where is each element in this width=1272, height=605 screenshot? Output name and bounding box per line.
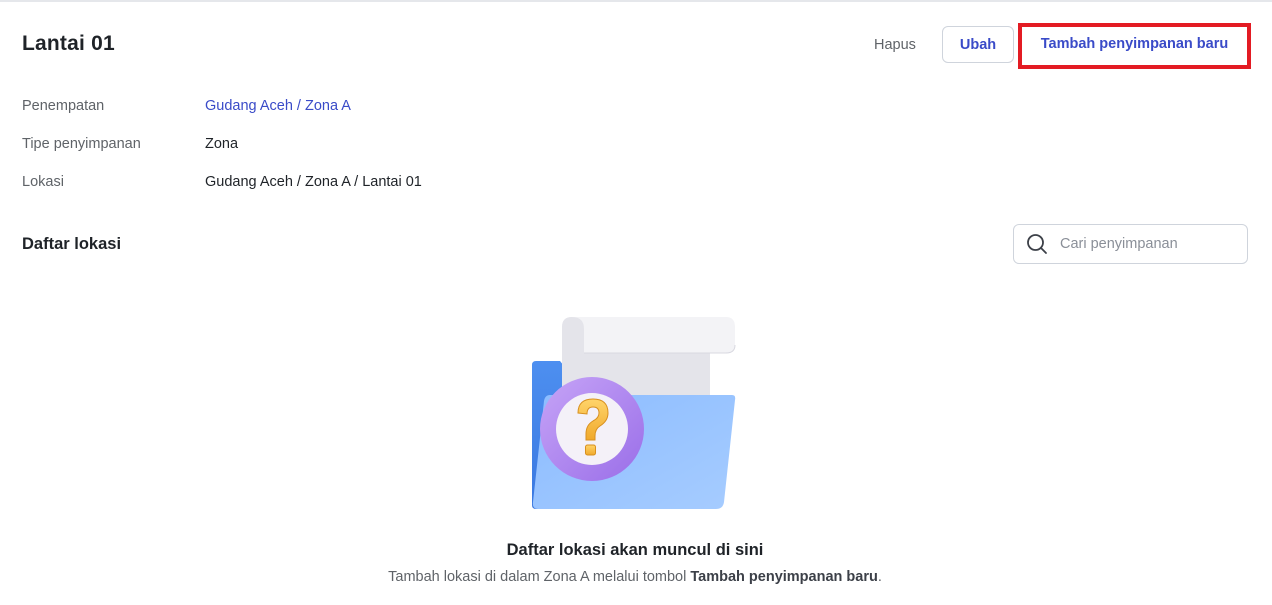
location-label: Lokasi xyxy=(22,174,64,190)
folder-question-icon xyxy=(520,305,750,520)
top-divider xyxy=(0,0,1272,2)
search-field[interactable] xyxy=(1013,224,1248,264)
page-title: Lantai 01 xyxy=(22,32,115,55)
empty-state-desc-suffix: . xyxy=(877,569,882,585)
placement-label: Penempatan xyxy=(22,98,105,114)
search-icon xyxy=(1014,225,1060,263)
storage-type-value: Zona xyxy=(205,136,239,152)
location-value: Gudang Aceh / Zona A / Lantai 01 xyxy=(205,174,422,190)
empty-state-desc-bold: Tambah penyimpanan baru xyxy=(690,569,878,585)
search-input[interactable] xyxy=(1060,236,1240,252)
add-storage-button[interactable]: Tambah penyimpanan baru xyxy=(1018,23,1251,69)
storage-type-label: Tipe penyimpanan xyxy=(22,136,141,152)
edit-button[interactable]: Ubah xyxy=(942,26,1014,63)
empty-state-description: Tambah lokasi di dalam Zona A melalui to… xyxy=(0,569,1270,585)
placement-link[interactable]: Gudang Aceh / Zona A xyxy=(205,98,351,114)
delete-button[interactable]: Hapus xyxy=(860,28,930,62)
empty-state-title: Daftar lokasi akan muncul di sini xyxy=(506,541,764,559)
empty-state-desc-prefix: Tambah lokasi di dalam Zona A melalui to… xyxy=(388,569,691,585)
section-title: Daftar lokasi xyxy=(22,235,122,253)
